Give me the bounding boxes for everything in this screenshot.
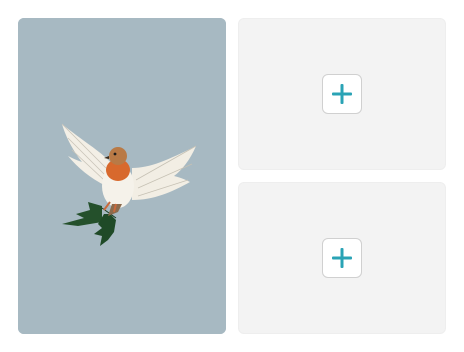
photo-layout-grid xyxy=(0,0,464,352)
robin-illustration xyxy=(18,18,226,334)
photo-slot-filled[interactable] xyxy=(18,18,226,334)
photo-slot-empty-1[interactable] xyxy=(238,18,446,170)
robin-head xyxy=(109,147,127,165)
plus-icon xyxy=(331,247,353,269)
add-photo-button-2[interactable] xyxy=(322,238,362,278)
plus-icon xyxy=(331,83,353,105)
photo-slot-empty-2[interactable] xyxy=(238,182,446,334)
add-photo-button-1[interactable] xyxy=(322,74,362,114)
